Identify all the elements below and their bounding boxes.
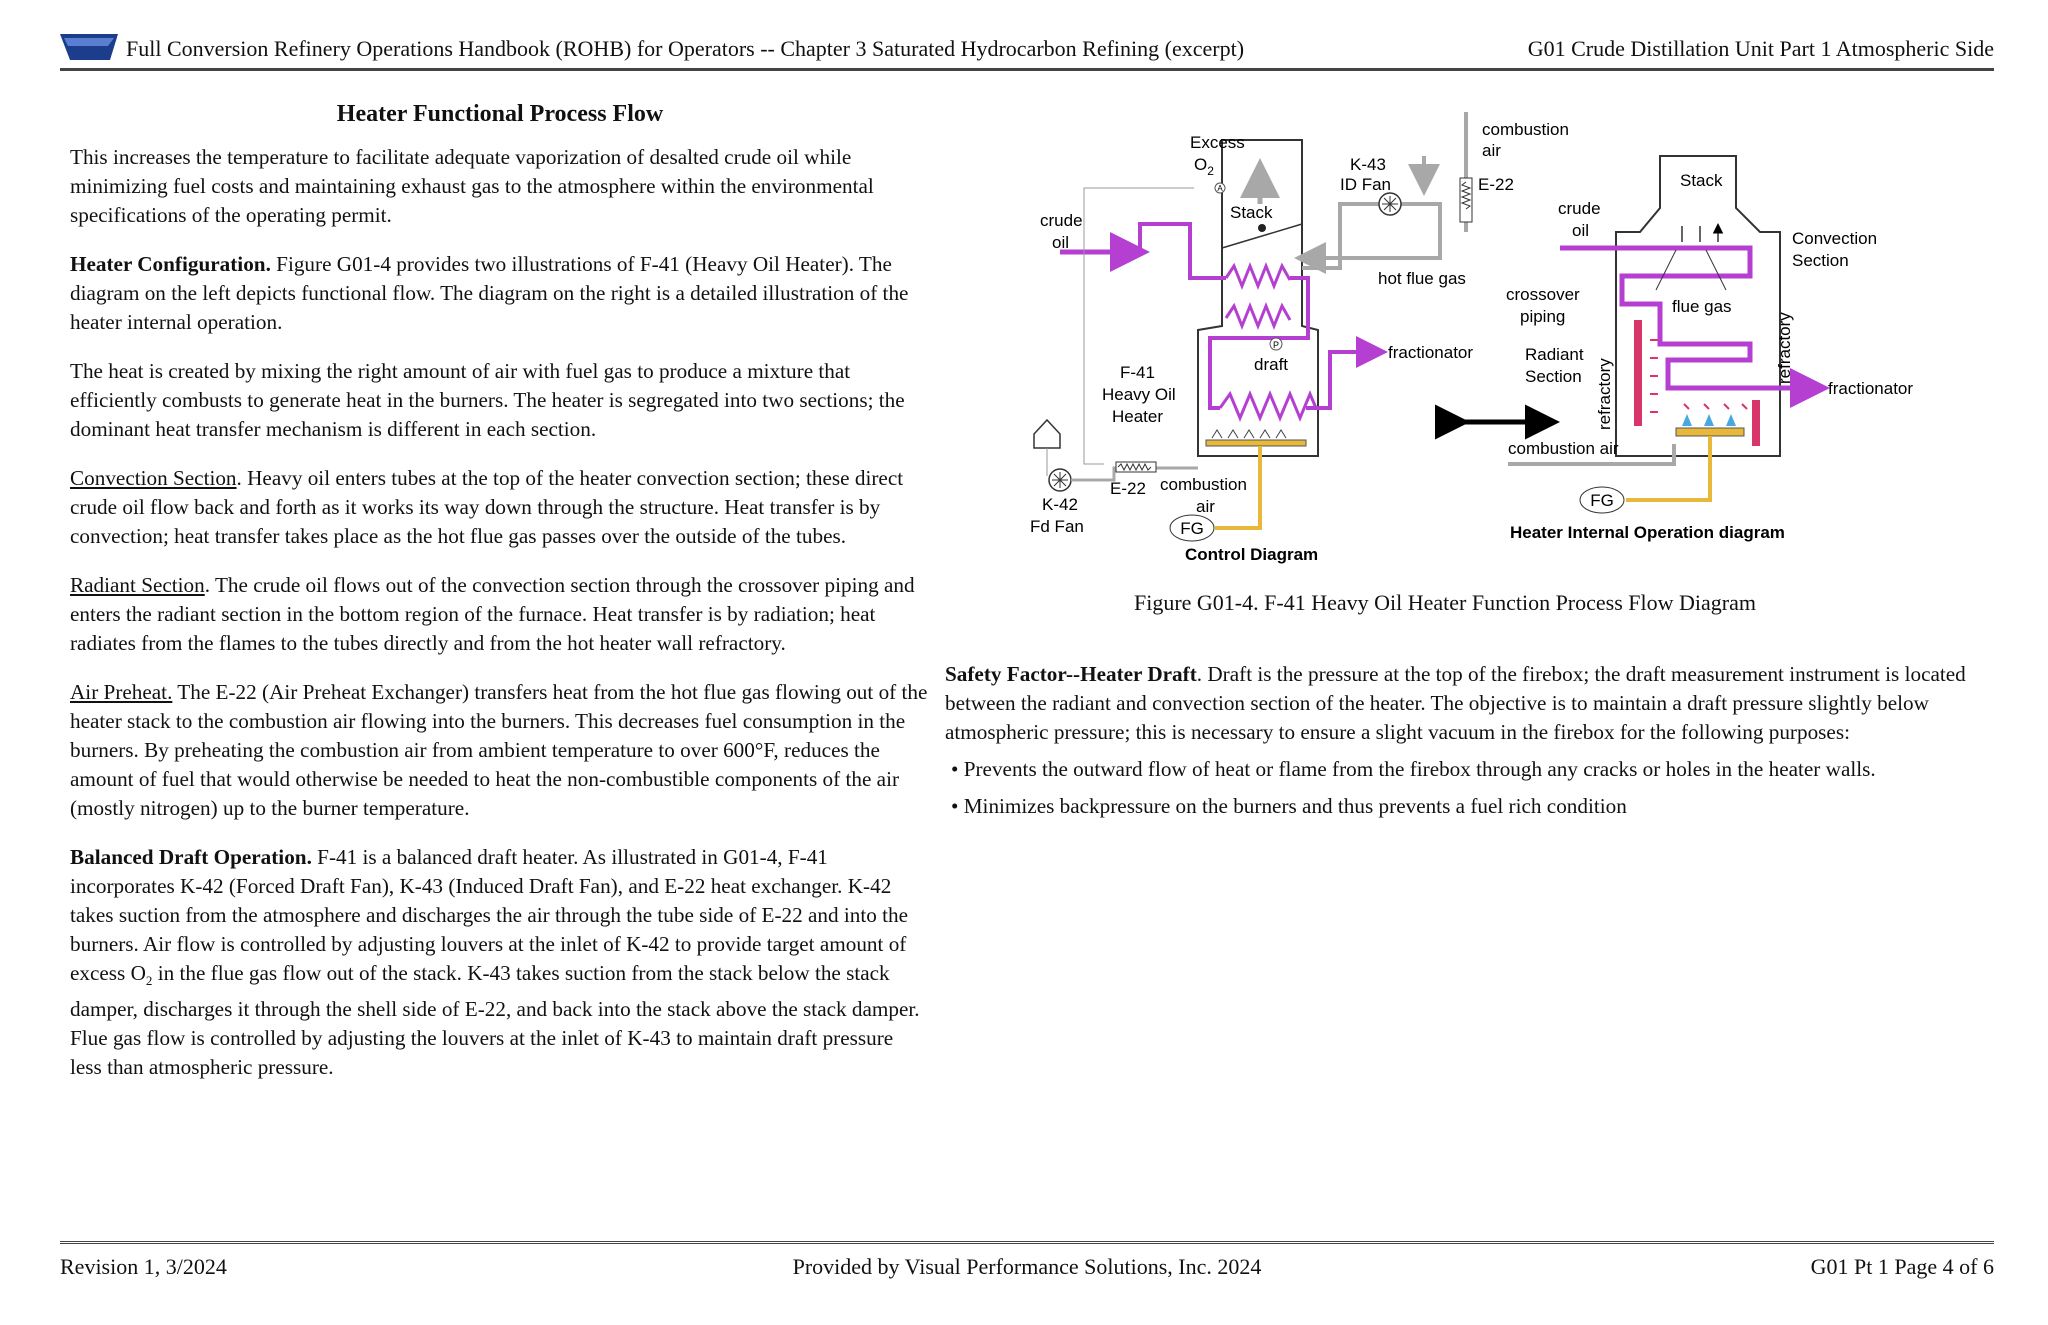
fg-label-right: FG [1590, 491, 1614, 510]
convection-label: Convection [1792, 229, 1877, 248]
control-diagram: A P Excess O2 Stack K-43 ID Fan combusti… [1030, 112, 1569, 564]
radiant-label: Radiant [1525, 345, 1584, 364]
fd-fan-label: Fd Fan [1030, 517, 1084, 536]
section-heading: Heater Functional Process Flow [336, 101, 664, 127]
radiant-title: Radiant Section [70, 573, 205, 597]
o2-text: O [1194, 155, 1207, 174]
e22-bottom-label: E-22 [1110, 479, 1146, 498]
figure-caption: Figure G01-4. F-41 Heavy Oil Heater Func… [1133, 590, 1756, 615]
flue-gas-return [1294, 202, 1442, 274]
refractory-left-wall [1634, 320, 1642, 426]
fractionator-label-right: fractionator [1828, 379, 1913, 398]
combustion-air-label: combustion [1482, 120, 1569, 139]
crude-oil-feed-line [1138, 222, 1226, 280]
combustion-air-bottom-label-2: air [1196, 497, 1215, 516]
heater-configuration-title: Heater Configuration. [70, 252, 271, 276]
bullet-item: • Minimizes backpressure on the burners … [951, 794, 1627, 818]
heavy-oil-label: Heavy Oil [1102, 385, 1176, 404]
crossover-line [1208, 276, 1310, 410]
page-number: G01 Pt 1 Page 4 of 6 [1810, 1254, 1994, 1279]
page-header: Full Conversion Refinery Operations Hand… [60, 32, 1994, 71]
section-title: G01 Crude Distillation Unit Part 1 Atmos… [1527, 36, 1994, 61]
e22-top-label: E-22 [1478, 175, 1514, 194]
fuel-gas-line-right [1626, 436, 1712, 502]
combustion-air-bottom-label: combustion [1160, 475, 1247, 494]
flue-gas-arrows [1681, 226, 1718, 242]
excess-label: Excess [1190, 133, 1245, 152]
analyzer-symbol: A [1217, 184, 1223, 193]
o2-label: O2 [1194, 155, 1214, 178]
air-preheat-paragraph: Air Preheat. The E-22 (Air Preheat Excha… [70, 678, 930, 823]
crude-label-right: crude [1558, 199, 1601, 218]
fg-label: FG [1180, 519, 1204, 538]
internal-convection-coil [1560, 245, 1753, 294]
refractory-left-label: refractory [1595, 358, 1614, 430]
pressure-symbol: P [1273, 340, 1279, 350]
balanced-draft-title: Balanced Draft Operation. [70, 845, 312, 869]
radiant-heat-flames [1683, 403, 1748, 410]
k43-fan-blades [1382, 196, 1398, 212]
heater-configuration-paragraph: Heater Configuration. Figure G01-4 provi… [70, 250, 930, 337]
burner [1205, 439, 1307, 447]
vps-logo [60, 34, 118, 60]
flue-gas-label: flue gas [1672, 297, 1732, 316]
stack-label-right: Stack [1680, 171, 1723, 190]
control-diagram-title: Control Diagram [1185, 545, 1318, 564]
burner-right [1675, 427, 1745, 437]
crossover-label: crossover [1506, 285, 1580, 304]
heat-paragraph: The heat is created by mixing the right … [70, 359, 905, 441]
damper-pivot [1258, 224, 1266, 232]
internal-operation-diagram: crude oil Stack Convection Section cross… [1506, 155, 1913, 542]
air-preheat-text: The E-22 (Air Preheat Exchanger) transfe… [70, 680, 928, 820]
radiant-section-label: Section [1525, 367, 1582, 386]
radiant-paragraph: Radiant Section. The crude oil flows out… [70, 571, 930, 658]
provider-label: Provided by Visual Performance Solutions… [792, 1254, 1262, 1279]
hot-flue-gas-label: hot flue gas [1378, 269, 1466, 288]
bullet-text-1: Prevents the outward flow of heat or fla… [963, 757, 1876, 781]
oil-label-right: oil [1572, 221, 1589, 240]
burner-flames [1211, 429, 1287, 439]
stack-label: Stack [1230, 203, 1273, 222]
crude-label: crude [1040, 211, 1083, 230]
fractionator-label: fractionator [1388, 343, 1473, 362]
air-preheat-title: Air Preheat. [70, 680, 173, 704]
refractory-right-wall [1752, 400, 1760, 446]
right-column: Safety Factor--Heater Draft. Draft is th… [945, 660, 1985, 827]
internal-diagram-title: Heater Internal Operation diagram [1510, 523, 1785, 542]
bullet-item: • Prevents the outward flow of heat or f… [951, 757, 1876, 781]
convection-coil-upper [1224, 261, 1292, 291]
safety-title: Safety Factor--Heater Draft [945, 662, 1197, 686]
k43-label: K-43 [1350, 155, 1386, 174]
safety-paragraph: Safety Factor--Heater Draft. Draft is th… [945, 660, 1985, 747]
balanced-draft-text-2: in the flue gas flow out of the stack. K… [70, 961, 920, 1080]
balanced-draft-paragraph: Balanced Draft Operation. F-41 is a bala… [70, 843, 930, 1082]
intro-paragraph: This increases the temperature to facili… [70, 145, 874, 227]
left-column: Heater Functional Process Flow This incr… [70, 96, 930, 1102]
k42-fan-blades [1052, 472, 1068, 488]
flue-gas-curves [1655, 249, 1727, 291]
section-label: Section [1792, 251, 1849, 270]
burner-flames-right [1682, 414, 1736, 426]
combustion-air-label-right: combustion air [1508, 439, 1619, 458]
oil-label: oil [1052, 233, 1069, 252]
combustion-air-label-2: air [1482, 141, 1501, 160]
convection-coil-lower [1224, 301, 1292, 331]
page-footer: Revision 1, 3/2024 Provided by Visual Pe… [60, 1241, 1994, 1284]
radiant-coil [1218, 390, 1318, 422]
piping-label: piping [1520, 307, 1565, 326]
o2-subscript-text: 2 [1207, 164, 1214, 178]
bullet-text-2: Minimizes backpressure on the burners an… [963, 794, 1627, 818]
f41-label: F-41 [1120, 363, 1155, 382]
radiant-heat-left [1650, 339, 1658, 413]
k42-label: K-42 [1042, 495, 1078, 514]
convection-title: Convection Section [70, 466, 237, 490]
id-fan-label: ID Fan [1340, 175, 1391, 194]
heater-figure: A P Excess O2 Stack K-43 ID Fan combusti… [1030, 112, 1913, 564]
refractory-right-label: refractory [1775, 312, 1794, 384]
convection-paragraph: Convection Section. Heavy oil enters tub… [70, 464, 930, 551]
atmosphere-house-icon [1033, 418, 1061, 449]
handbook-title: Full Conversion Refinery Operations Hand… [126, 36, 1245, 61]
heater-label: Heater [1112, 407, 1163, 426]
draft-label: draft [1254, 355, 1288, 374]
